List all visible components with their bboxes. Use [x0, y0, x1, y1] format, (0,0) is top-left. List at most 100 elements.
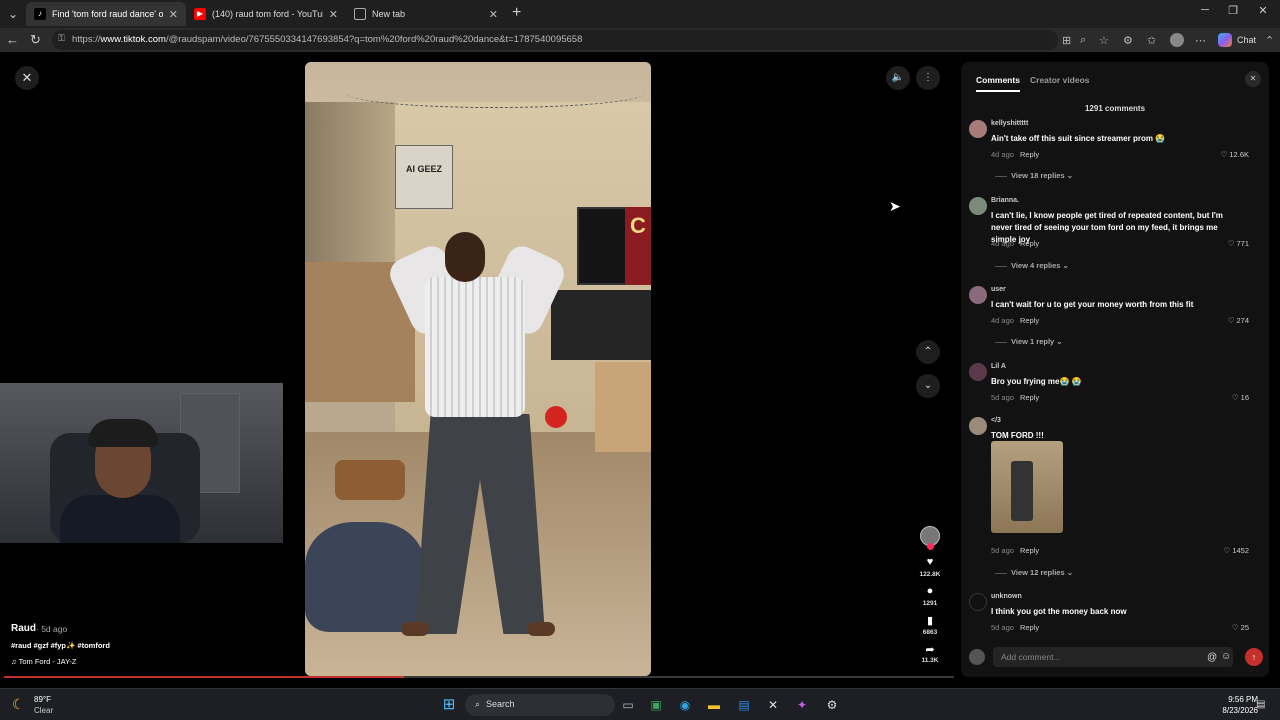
- copilot-chat-button[interactable]: Chat: [1218, 33, 1256, 47]
- comment-likes[interactable]: ♡ 771: [1228, 239, 1249, 248]
- sidebar-toggle-icon[interactable]: ⌃: [1265, 34, 1274, 47]
- bookmark-icon[interactable]: ▮: [918, 614, 942, 627]
- tab-new[interactable]: New tab ✕: [346, 2, 506, 26]
- close-tab-icon[interactable]: ✕: [329, 8, 338, 21]
- close-tab-icon[interactable]: ✕: [169, 8, 178, 21]
- edge-browser-icon[interactable]: ◉: [676, 696, 694, 714]
- reply-button[interactable]: Reply: [1020, 623, 1039, 632]
- comment-age: 4d ago: [991, 239, 1014, 248]
- comment-author[interactable]: Lil A: [991, 363, 1006, 370]
- extension-icon[interactable]: ⚙: [1123, 34, 1133, 47]
- tab-tiktok-label: Find 'tom ford raud dance' on: [52, 9, 163, 19]
- comment-author[interactable]: Brianna.: [991, 197, 1019, 204]
- clock-time[interactable]: 9:56 PM: [1218, 695, 1258, 704]
- avatar[interactable]: [969, 363, 987, 381]
- tab-creator-videos[interactable]: Creator videos: [1030, 75, 1090, 85]
- refresh-icon[interactable]: ↻: [30, 32, 41, 48]
- zoom-icon[interactable]: ⌕: [1080, 34, 1086, 47]
- minimize-icon[interactable]: ─: [1190, 4, 1220, 16]
- video-music[interactable]: ♫ Tom Ford - JAY-Z: [11, 657, 77, 666]
- more-options-icon[interactable]: ⋮: [916, 66, 940, 90]
- reply-button[interactable]: Reply: [1020, 239, 1039, 248]
- view-replies-button[interactable]: View 1 reply ⌄: [995, 337, 1063, 346]
- emoji-icon[interactable]: ☺: [1221, 651, 1231, 662]
- comment-icon[interactable]: ●: [918, 585, 942, 597]
- task-view-icon[interactable]: ▭: [619, 696, 637, 714]
- comment-likes[interactable]: ♡ 25: [1232, 623, 1249, 632]
- video-progress-fill[interactable]: [4, 676, 404, 678]
- moon-weather-icon[interactable]: ☾: [12, 696, 25, 713]
- favorite-star-icon[interactable]: ☆: [1099, 34, 1109, 47]
- view-replies-button[interactable]: View 4 replies ⌄: [995, 261, 1069, 270]
- follow-plus-icon[interactable]: [927, 543, 934, 550]
- close-video-button[interactable]: ✕: [15, 66, 39, 90]
- comment-author[interactable]: kellyshittttt: [991, 120, 1028, 127]
- comment-input[interactable]: Add comment...: [993, 647, 1233, 667]
- heart-icon: ♡: [1227, 316, 1235, 325]
- more-menu-icon[interactable]: ⋯: [1195, 34, 1206, 47]
- comment-image[interactable]: [991, 441, 1063, 533]
- previous-video-chevron-up-icon[interactable]: ⌃: [916, 340, 940, 364]
- url-text[interactable]: https://www.tiktok.com/@raudspam/video/7…: [72, 34, 582, 45]
- reply-button[interactable]: Reply: [1020, 316, 1039, 325]
- settings-gear-icon[interactable]: ⚙: [823, 696, 841, 714]
- comment-author[interactable]: </3: [991, 417, 1001, 424]
- taskbar-search[interactable]: ⌕ Search: [465, 694, 615, 716]
- avatar[interactable]: [969, 197, 987, 215]
- avatar[interactable]: [969, 286, 987, 304]
- mention-at-icon[interactable]: @: [1207, 652, 1217, 663]
- start-windows-icon[interactable]: ⊞: [440, 696, 458, 714]
- tab-actions-menu-icon[interactable]: ⌄: [4, 5, 22, 23]
- close-panel-icon[interactable]: ✕: [1245, 71, 1261, 87]
- next-video-chevron-down-icon[interactable]: ⌄: [916, 374, 940, 398]
- address-bar[interactable]: ⚿ https://www.tiktok.com/@raudspam/video…: [52, 30, 1058, 50]
- new-tab-plus-icon[interactable]: +: [512, 5, 521, 21]
- tab-comments[interactable]: Comments: [976, 75, 1020, 92]
- tab-tiktok[interactable]: ♪ Find 'tom ford raud dance' on ✕: [26, 2, 186, 26]
- like-heart-icon[interactable]: ♥: [918, 556, 942, 568]
- avatar[interactable]: [969, 593, 987, 611]
- comment-likes[interactable]: ♡ 1452: [1223, 546, 1249, 555]
- comment-likes[interactable]: ♡ 274: [1228, 316, 1249, 325]
- reply-button[interactable]: Reply: [1020, 150, 1039, 159]
- profile-avatar-icon[interactable]: [1170, 33, 1184, 47]
- youtube-favicon-icon: ▶: [194, 8, 206, 20]
- file-explorer-icon[interactable]: ▬: [705, 696, 723, 714]
- volume-icon[interactable]: 🔈: [886, 66, 910, 90]
- view-replies-button[interactable]: View 18 replies ⌄: [995, 171, 1073, 180]
- weather-temp[interactable]: 89°F: [34, 695, 51, 704]
- share-arrow-icon[interactable]: ➦: [918, 643, 942, 656]
- comment-age: 5d ago: [991, 393, 1014, 402]
- avatar[interactable]: [969, 120, 987, 138]
- reply-button[interactable]: Reply: [1020, 393, 1039, 402]
- clock-date[interactable]: 8/23/2026: [1210, 706, 1258, 715]
- comment-likes[interactable]: ♡ 12.6K: [1221, 150, 1249, 159]
- window-close-icon[interactable]: ✕: [1248, 4, 1278, 17]
- copilot-app-icon[interactable]: ✦: [793, 696, 811, 714]
- store-icon[interactable]: ▣: [647, 696, 665, 714]
- video-player[interactable]: AI GEEZ C: [305, 62, 651, 676]
- reply-button[interactable]: Reply: [1020, 546, 1039, 555]
- notification-bell-icon[interactable]: ▤: [1256, 699, 1265, 710]
- comment-likes[interactable]: ♡ 16: [1232, 393, 1249, 402]
- video-scene-ball: [545, 406, 567, 428]
- back-arrow-icon[interactable]: ←: [6, 32, 19, 48]
- video-scene-desk: [551, 290, 651, 360]
- send-arrow-icon[interactable]: ↑: [1245, 648, 1263, 666]
- video-hashtags[interactable]: #raud #gzf #fyp✨ #tomford: [11, 641, 110, 650]
- comment-composer: Add comment... @ ☺ ↑: [969, 647, 1263, 667]
- view-replies-button[interactable]: View 12 replies ⌄: [995, 568, 1073, 577]
- xbox-icon[interactable]: ✕: [764, 696, 782, 714]
- app-blue-icon[interactable]: ▤: [735, 696, 753, 714]
- restore-icon[interactable]: ❐: [1218, 4, 1248, 17]
- comment-author[interactable]: unknown: [991, 593, 1022, 600]
- site-info-icon[interactable]: ⚿: [58, 33, 65, 44]
- close-tab-icon[interactable]: ✕: [489, 8, 498, 21]
- favorites-icon[interactable]: ✩: [1147, 34, 1156, 47]
- video-author[interactable]: Raud: [11, 623, 36, 634]
- app-available-icon[interactable]: ⊞: [1062, 34, 1071, 47]
- tab-youtube[interactable]: ▶ (140) raud tom ford - YouTube ✕: [186, 2, 346, 26]
- weather-condition[interactable]: Clear: [34, 706, 53, 715]
- avatar[interactable]: [969, 417, 987, 435]
- comment-author[interactable]: user: [991, 286, 1006, 293]
